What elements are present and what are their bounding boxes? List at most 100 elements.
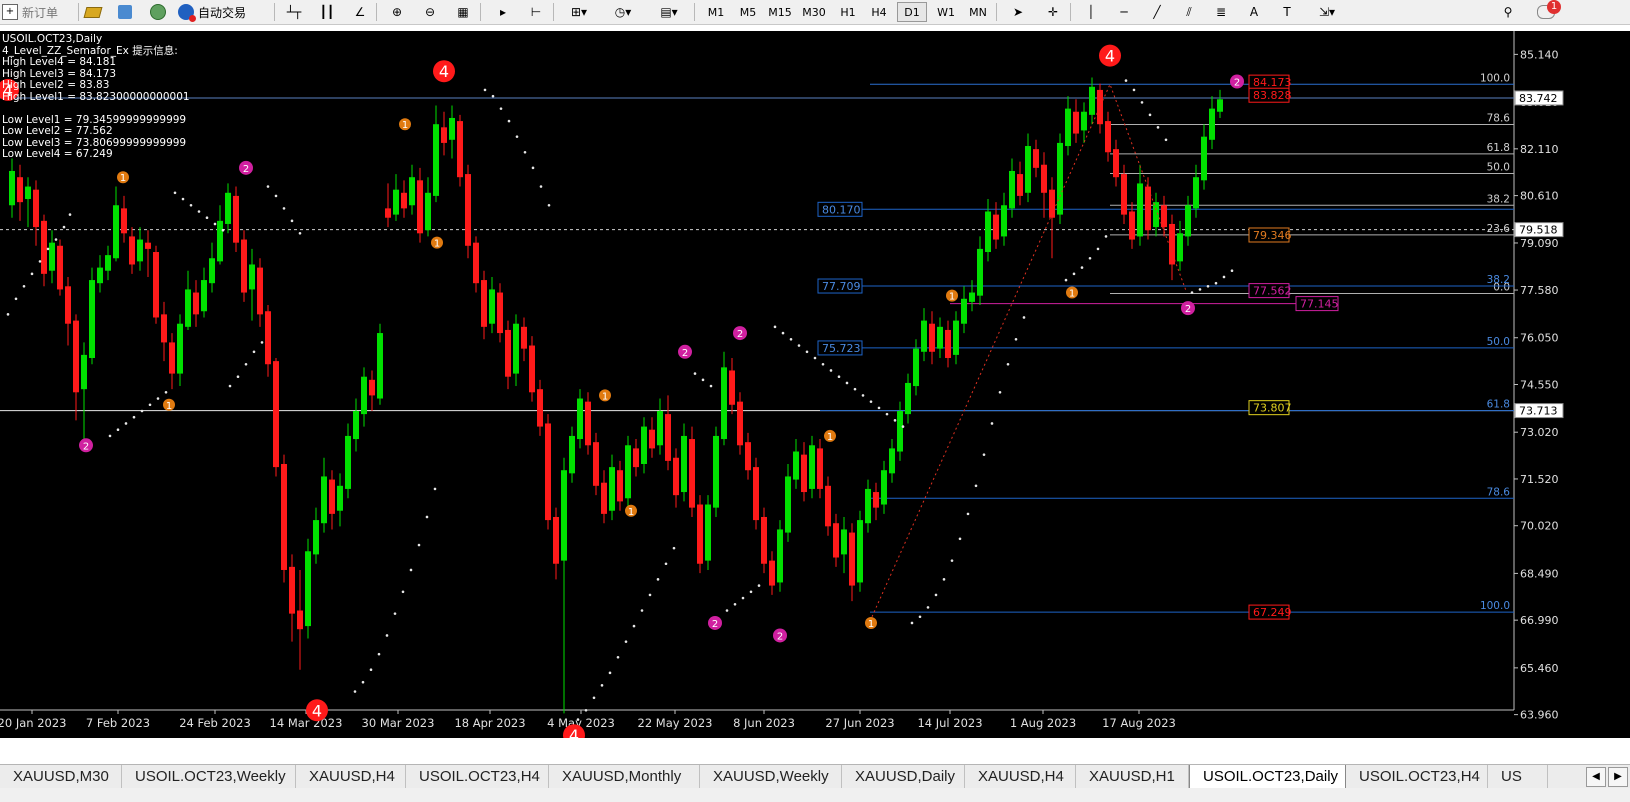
- chart-tab[interactable]: USOIL.OCT23,H4: [406, 765, 549, 788]
- sar-dot: [189, 203, 193, 207]
- cursor-icon[interactable]: ➤: [1007, 2, 1029, 22]
- chart-tab[interactable]: XAUUSD,Monthly: [549, 765, 700, 788]
- trendline-icon[interactable]: ╱: [1146, 2, 1168, 22]
- price-chart[interactable]: 85.14083.61082.11080.61079.09077.58076.0…: [0, 31, 1630, 738]
- market-icon[interactable]: [147, 2, 169, 22]
- fib-blue-pct-label: 38.2: [1487, 274, 1510, 286]
- timeframe-mn-button[interactable]: MN: [963, 2, 993, 22]
- fib-blue-pct-label: 100.0: [1480, 600, 1510, 612]
- sar-dot: [974, 484, 978, 488]
- chart-tab[interactable]: USOIL.OCT23,Daily: [1189, 765, 1346, 789]
- sar-dot: [181, 197, 185, 201]
- sar-dot: [869, 400, 873, 403]
- candle-body: [1209, 108, 1215, 140]
- chart-tab[interactable]: US: [1488, 765, 1548, 788]
- semafor-level2-label: 2: [682, 348, 688, 359]
- candle-body: [617, 470, 623, 502]
- vertical-line-icon[interactable]: │: [1080, 2, 1102, 22]
- sar-dot: [672, 546, 676, 550]
- templates-icon[interactable]: ▤▾: [651, 2, 687, 22]
- chart-tab[interactable]: XAUUSD,Daily: [842, 765, 965, 788]
- timeframe-h1-button[interactable]: H1: [833, 2, 863, 22]
- price-label: 65.460: [1520, 662, 1559, 675]
- candle-body: [313, 520, 319, 555]
- sar-dot: [584, 708, 588, 712]
- sar-dot: [885, 412, 889, 416]
- price-label: 77.580: [1520, 284, 1559, 297]
- text-label-icon[interactable]: T: [1276, 2, 1298, 22]
- candle-body: [729, 370, 735, 405]
- channel-icon[interactable]: ⫽: [1178, 2, 1200, 22]
- tab-scroll-left-icon[interactable]: ◀: [1586, 767, 1606, 787]
- fib-blue-pct-label: 50.0: [1487, 336, 1510, 348]
- low-level4-label: 67.249: [1253, 606, 1292, 619]
- tile-windows-icon[interactable]: ▦: [452, 2, 474, 22]
- info-line: Low Level4 = 67.249: [2, 148, 113, 160]
- info-line: Low Level2 = 77.562: [2, 125, 113, 137]
- fibonacci-icon[interactable]: ≣: [1210, 2, 1232, 22]
- bar-chart-icon[interactable]: ┴┬: [283, 2, 305, 22]
- periods-clock-icon[interactable]: ◷▾: [606, 2, 640, 22]
- chart-tab[interactable]: XAUUSD,H4: [965, 765, 1076, 788]
- sar-dot: [54, 238, 58, 241]
- zoom-in-icon[interactable]: ⊕: [386, 2, 408, 22]
- line-chart-icon[interactable]: ∠: [349, 2, 371, 22]
- candle-body: [785, 476, 791, 533]
- candle-body: [473, 242, 479, 284]
- auto-scroll-icon[interactable]: ▸: [492, 2, 514, 22]
- info-line: [2, 103, 190, 115]
- sar-dot: [46, 247, 50, 251]
- candle-body: [241, 239, 247, 293]
- horizontal-line-icon[interactable]: ─: [1113, 2, 1135, 22]
- timeframe-m5-button[interactable]: M5: [733, 2, 763, 22]
- candle-body: [1169, 223, 1175, 265]
- signals-icon[interactable]: [114, 2, 136, 22]
- chart-shift-icon[interactable]: ⊢: [525, 2, 547, 22]
- candle-body: [721, 367, 727, 440]
- chart-tab[interactable]: XAUUSD,M30: [0, 765, 122, 788]
- sar-dot: [507, 119, 511, 123]
- sar-dot: [30, 272, 34, 276]
- new-order-button[interactable]: + 新订单: [2, 2, 74, 22]
- sar-dot: [108, 434, 112, 438]
- timeframe-m15-button[interactable]: M15: [765, 2, 795, 22]
- candle-body: [969, 292, 975, 302]
- timeframe-h4-button[interactable]: H4: [864, 2, 894, 22]
- chart-tab[interactable]: XAUUSD,H1: [1076, 765, 1189, 788]
- candle-body: [209, 258, 215, 284]
- notifications-icon[interactable]: 1: [1531, 0, 1561, 22]
- timeframe-m30-button[interactable]: M30: [799, 2, 829, 22]
- sar-dot: [789, 337, 793, 341]
- sar-dot: [290, 219, 294, 223]
- semafor-level4-label: 4: [1105, 47, 1115, 66]
- new-order-icon: +: [2, 4, 18, 20]
- indicators-dropdown-icon[interactable]: ⊞▾: [562, 2, 596, 22]
- timeframe-w1-button[interactable]: W1: [931, 2, 961, 22]
- chart-tab[interactable]: XAUUSD,H4: [296, 765, 406, 788]
- sar-dot: [1080, 266, 1084, 269]
- candlestick-icon[interactable]: ┃┃: [316, 2, 338, 22]
- timeframe-m1-button[interactable]: M1: [701, 2, 731, 22]
- sar-dot: [164, 390, 168, 394]
- candle-body: [193, 292, 199, 315]
- chart-tab[interactable]: USOIL.OCT23,H4: [1346, 765, 1488, 788]
- sar-dot: [853, 387, 857, 391]
- arrows-dropdown-icon[interactable]: ⇲▾: [1310, 2, 1344, 22]
- sar-dot: [393, 612, 397, 615]
- fib-pct-label: 50.0: [1487, 161, 1510, 173]
- text-icon[interactable]: A: [1243, 2, 1265, 22]
- tab-scroll-right-icon[interactable]: ▶: [1608, 767, 1628, 787]
- sar-dot: [608, 671, 612, 675]
- zoom-out-icon[interactable]: ⊖: [419, 2, 441, 22]
- crosshair-icon[interactable]: ✛: [1042, 2, 1064, 22]
- indicator-info-panel: USOIL.OCT23,Daily 4_Level_ZZ_Semafor_Ex …: [2, 33, 190, 161]
- gold-bars-icon[interactable]: [82, 2, 104, 22]
- candle-body: [497, 292, 503, 334]
- search-icon[interactable]: ⚲: [1497, 2, 1519, 22]
- chart-tab[interactable]: USOIL.OCT23,Weekly: [122, 765, 296, 788]
- auto-trade-button[interactable]: 自动交易: [178, 2, 268, 22]
- candle-body: [505, 329, 511, 377]
- chart-tab[interactable]: XAUUSD,Weekly: [700, 765, 842, 788]
- timeframe-d1-button[interactable]: D1: [897, 2, 927, 22]
- sar-dot: [709, 384, 713, 388]
